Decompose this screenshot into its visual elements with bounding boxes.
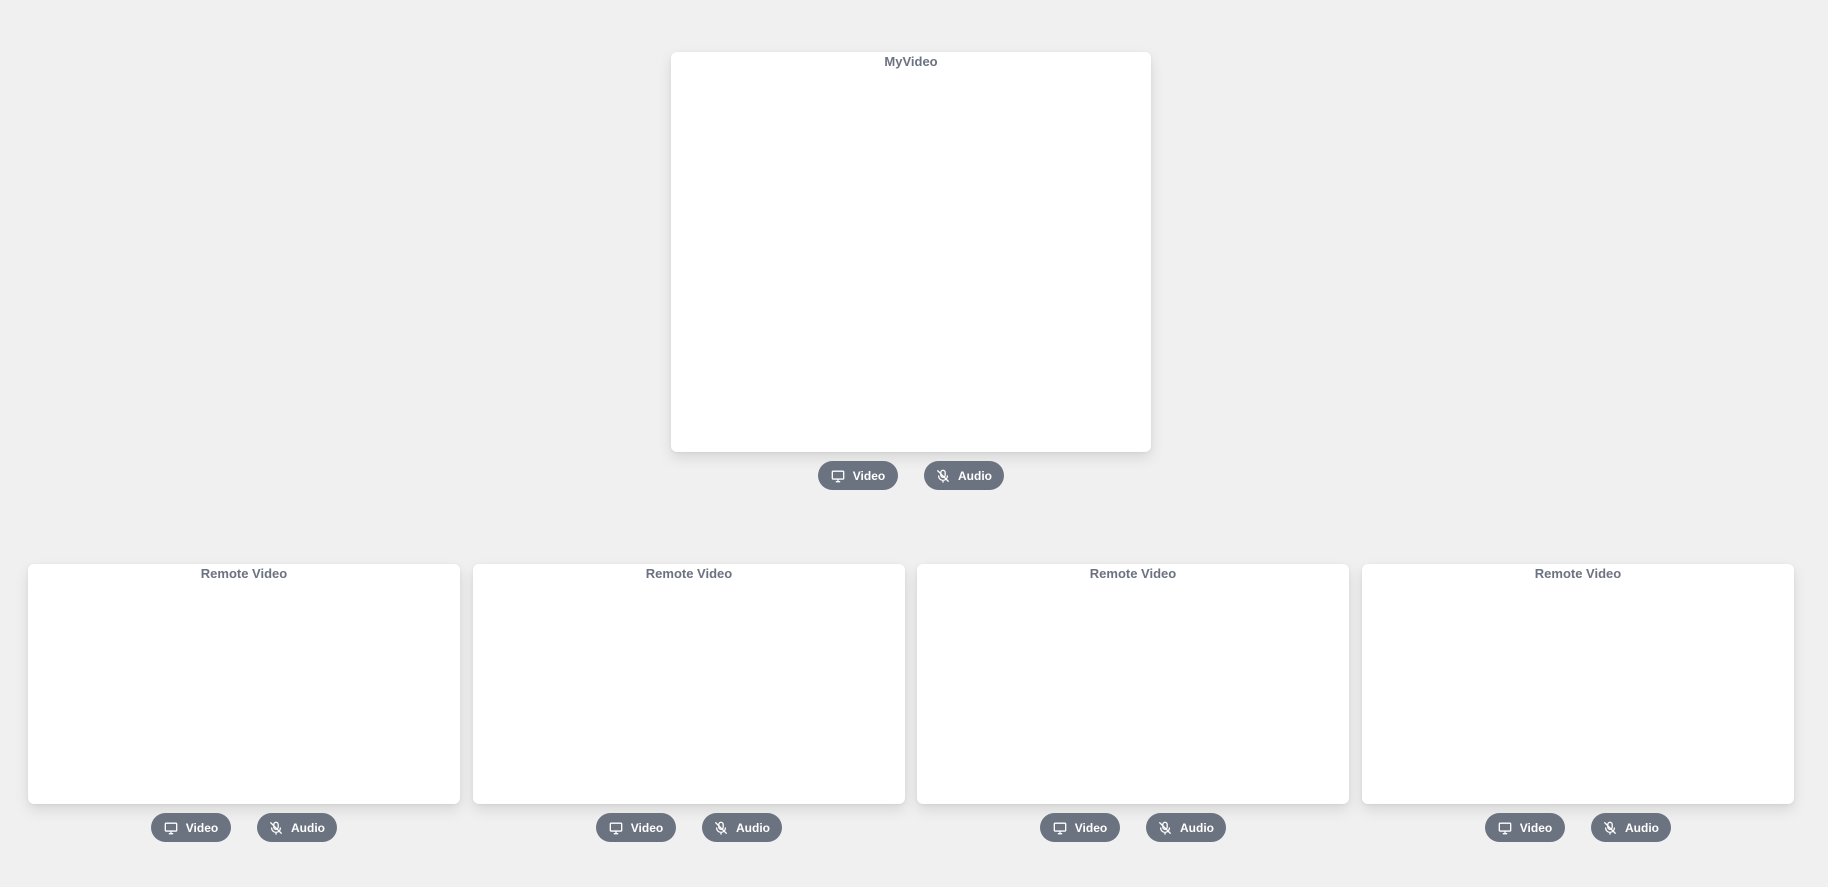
remote-video-panel: Remote Video <box>1362 564 1794 804</box>
remote-video-toggle-label: Video <box>1074 820 1108 835</box>
remote-audio-toggle-label: Audio <box>1180 820 1214 835</box>
remote-video-title: Remote Video <box>645 566 733 581</box>
my-audio-toggle-label: Audio <box>958 468 992 483</box>
remote-video-toggle-button[interactable]: Video <box>151 813 231 842</box>
remote-video-toggle-button[interactable]: Video <box>1485 813 1565 842</box>
mic-off-icon <box>714 821 728 835</box>
my-video-title: MyVideo <box>884 54 938 69</box>
my-video-toggle-label: Video <box>852 468 886 483</box>
my-video-panel: MyVideo <box>671 52 1151 452</box>
my-audio-toggle-button[interactable]: Audio <box>924 461 1004 490</box>
remote-video-panel: Remote Video <box>917 564 1349 804</box>
remote-video-toggle-label: Video <box>1519 820 1553 835</box>
remote-video-panel: Remote Video <box>28 564 460 804</box>
monitor-icon <box>164 821 178 835</box>
remote-audio-toggle-label: Audio <box>1625 820 1659 835</box>
remote-video-controls: Video Audio <box>28 813 460 842</box>
monitor-icon <box>609 821 623 835</box>
remote-video-title: Remote Video <box>1534 566 1622 581</box>
mic-off-icon <box>936 469 950 483</box>
remote-video-toggle-label: Video <box>630 820 664 835</box>
monitor-icon <box>1498 821 1512 835</box>
remote-audio-toggle-button[interactable]: Audio <box>702 813 782 842</box>
remote-video-toggle-button[interactable]: Video <box>1040 813 1120 842</box>
remote-video-controls: Video Audio <box>917 813 1349 842</box>
remote-video-controls: Video Audio <box>473 813 905 842</box>
monitor-icon <box>831 469 845 483</box>
my-video-toggle-button[interactable]: Video <box>818 461 898 490</box>
remote-video-title: Remote Video <box>200 566 288 581</box>
my-video-controls: Video Audio <box>671 461 1151 490</box>
remote-video-toggle-label: Video <box>185 820 219 835</box>
monitor-icon <box>1053 821 1067 835</box>
remote-video-controls: Video Audio <box>1362 813 1794 842</box>
remote-video-toggle-button[interactable]: Video <box>596 813 676 842</box>
mic-off-icon <box>1158 821 1172 835</box>
remote-audio-toggle-button[interactable]: Audio <box>1146 813 1226 842</box>
remote-audio-toggle-label: Audio <box>736 820 770 835</box>
remote-video-title: Remote Video <box>1089 566 1177 581</box>
remote-audio-toggle-label: Audio <box>291 820 325 835</box>
remote-audio-toggle-button[interactable]: Audio <box>257 813 337 842</box>
mic-off-icon <box>1603 821 1617 835</box>
remote-audio-toggle-button[interactable]: Audio <box>1591 813 1671 842</box>
remote-video-panel: Remote Video <box>473 564 905 804</box>
mic-off-icon <box>269 821 283 835</box>
